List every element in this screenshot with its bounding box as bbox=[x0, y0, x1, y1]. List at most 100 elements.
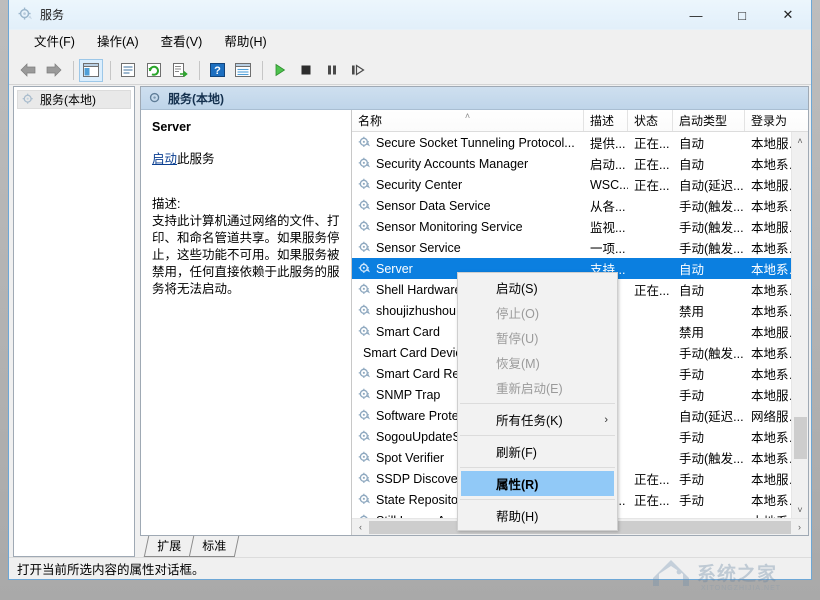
cell-log-on-as: 本地系… bbox=[745, 448, 791, 467]
column-startup-type-label: 启动类型 bbox=[679, 112, 727, 129]
service-gear-icon bbox=[358, 388, 371, 401]
service-name-label: Server bbox=[376, 262, 413, 276]
table-row[interactable]: Sensor Data Service从各...手动(触发...本地系… bbox=[352, 195, 791, 216]
service-name-label: Spot Verifier bbox=[376, 451, 444, 465]
forward-arrow-icon[interactable] bbox=[42, 59, 66, 82]
service-gear-icon bbox=[358, 325, 371, 338]
column-log-on-as[interactable]: 登录为 bbox=[745, 110, 808, 131]
cell-service-name: Sensor Data Service bbox=[352, 199, 584, 213]
cell-service-name: Sensor Service bbox=[352, 241, 584, 255]
context-properties[interactable]: 属性(R) bbox=[461, 471, 614, 496]
view-list-icon[interactable] bbox=[231, 59, 255, 82]
table-row[interactable]: Security CenterWSC...正在...自动(延迟...本地服… bbox=[352, 174, 791, 195]
context-start[interactable]: 启动(S) bbox=[458, 275, 617, 300]
cell-description: 提供... bbox=[584, 133, 628, 152]
service-name-label: Secure Socket Tunneling Protocol... bbox=[376, 136, 575, 150]
cell-service-name: Sensor Monitoring Service bbox=[352, 220, 584, 234]
start-service-icon[interactable] bbox=[268, 59, 292, 82]
menu-action[interactable]: 操作(A) bbox=[86, 32, 150, 54]
column-startup-type[interactable]: 启动类型 bbox=[673, 110, 745, 131]
service-gear-icon bbox=[358, 199, 371, 212]
export-list-icon[interactable] bbox=[168, 59, 192, 82]
service-gear-icon bbox=[358, 409, 371, 422]
cell-log-on-as: 本地系… bbox=[745, 364, 791, 383]
detail-service-name: Server bbox=[152, 120, 340, 134]
table-row[interactable]: Security Accounts Manager启动...正在...自动本地系… bbox=[352, 153, 791, 174]
column-status[interactable]: 状态 bbox=[628, 110, 673, 131]
tab-standard[interactable]: 标准 bbox=[189, 536, 239, 557]
tab-extended[interactable]: 扩展 bbox=[144, 536, 193, 557]
table-row[interactable]: Sensor Monitoring Service监视...手动(触发...本地… bbox=[352, 216, 791, 237]
context-stop: 停止(O) bbox=[458, 300, 617, 325]
context-resume: 恢复(M) bbox=[458, 350, 617, 375]
cell-status: 正在... bbox=[628, 154, 673, 173]
watermark-subtext: XITONGZHIJIA.NET bbox=[701, 585, 781, 592]
cell-status: 正在... bbox=[628, 280, 673, 299]
service-name-label: Sensor Data Service bbox=[376, 199, 491, 213]
cell-startup-type: 禁用 bbox=[673, 301, 745, 320]
scroll-down-arrow-icon[interactable]: ˅ bbox=[792, 501, 809, 518]
context-refresh-label: 刷新(F) bbox=[496, 442, 537, 461]
stop-service-icon[interactable] bbox=[294, 59, 318, 82]
cell-description: WSC... bbox=[584, 178, 628, 192]
cell-startup-type: 手动(触发... bbox=[673, 196, 745, 215]
vertical-scroll-thumb[interactable] bbox=[794, 417, 807, 459]
service-gear-icon bbox=[358, 178, 371, 191]
detail-action-line: 启动此服务 bbox=[152, 148, 340, 167]
refresh-icon[interactable] bbox=[142, 59, 166, 82]
table-row[interactable]: Secure Socket Tunneling Protocol... 提供...… bbox=[352, 132, 791, 153]
window-body: 服务(本地) 服务(本地) Server bbox=[9, 85, 811, 557]
cell-log-on-as: 本地系… bbox=[745, 301, 791, 320]
scroll-left-arrow-icon[interactable]: ‹ bbox=[352, 519, 369, 536]
cell-startup-type: 自动 bbox=[673, 280, 745, 299]
cell-log-on-as: 本地系… bbox=[745, 259, 791, 278]
toolbar-separator-2 bbox=[110, 61, 111, 80]
pause-service-icon[interactable] bbox=[320, 59, 344, 82]
cell-service-name: Security Center bbox=[352, 178, 584, 192]
cell-status: 正在... bbox=[628, 175, 673, 194]
cell-log-on-as: 本地系… bbox=[745, 427, 791, 446]
show-hide-tree-icon[interactable] bbox=[79, 59, 103, 82]
help-icon[interactable]: ? bbox=[205, 59, 229, 82]
menu-view[interactable]: 查看(V) bbox=[150, 32, 214, 54]
cell-service-name: Secure Socket Tunneling Protocol... bbox=[352, 136, 584, 150]
scroll-up-arrow-icon[interactable]: ˄ bbox=[792, 132, 809, 149]
restart-service-icon[interactable] bbox=[346, 59, 370, 82]
context-pause-label: 暂停(U) bbox=[496, 328, 538, 347]
cell-status: 正在... bbox=[628, 469, 673, 488]
service-name-label: Security Accounts Manager bbox=[376, 157, 528, 171]
context-restart-label: 重新启动(E) bbox=[496, 378, 563, 397]
table-row[interactable]: Sensor Service一项...手动(触发...本地系… bbox=[352, 237, 791, 258]
minimize-button[interactable]: — bbox=[673, 0, 719, 30]
context-pause: 暂停(U) bbox=[458, 325, 617, 350]
menu-bar: 文件(F) 操作(A) 查看(V) 帮助(H) bbox=[9, 30, 811, 56]
context-all-tasks[interactable]: 所有任务(K)› bbox=[458, 407, 617, 432]
context-help[interactable]: 帮助(H) bbox=[458, 503, 617, 528]
cell-description: 监视... bbox=[584, 217, 628, 236]
close-button[interactable]: ✕ bbox=[765, 0, 811, 30]
menu-file[interactable]: 文件(F) bbox=[23, 32, 86, 54]
scroll-right-arrow-icon[interactable]: › bbox=[791, 519, 808, 536]
context-refresh[interactable]: 刷新(F) bbox=[458, 439, 617, 464]
cell-log-on-as: 本地服… bbox=[745, 385, 791, 404]
back-arrow-icon[interactable] bbox=[16, 59, 40, 82]
vertical-scrollbar[interactable]: ˄ ˅ bbox=[791, 132, 808, 518]
service-name-label: Sensor Monitoring Service bbox=[376, 220, 523, 234]
service-gear-icon bbox=[358, 220, 371, 233]
cell-log-on-as: 本地系… bbox=[745, 238, 791, 257]
maximize-button[interactable]: □ bbox=[719, 0, 765, 30]
service-gear-icon bbox=[358, 472, 371, 485]
column-name[interactable]: 名称˄ bbox=[352, 110, 584, 131]
start-service-link[interactable]: 启动 bbox=[152, 152, 177, 166]
column-description[interactable]: 描述 bbox=[584, 110, 628, 131]
menu-help[interactable]: 帮助(H) bbox=[213, 32, 277, 54]
properties-icon[interactable] bbox=[116, 59, 140, 82]
cell-startup-type: 手动 bbox=[673, 427, 745, 446]
cell-startup-type: 自动(延迟... bbox=[673, 406, 745, 425]
context-restart: 重新启动(E) bbox=[458, 375, 617, 400]
tree-item-services-local[interactable]: 服务(本地) bbox=[17, 90, 131, 109]
toolbar-separator-3 bbox=[199, 61, 200, 80]
cell-startup-type: 手动(触发... bbox=[673, 448, 745, 467]
cell-log-on-as: 网络服… bbox=[745, 406, 791, 425]
service-name-label: Sensor Service bbox=[376, 241, 461, 255]
